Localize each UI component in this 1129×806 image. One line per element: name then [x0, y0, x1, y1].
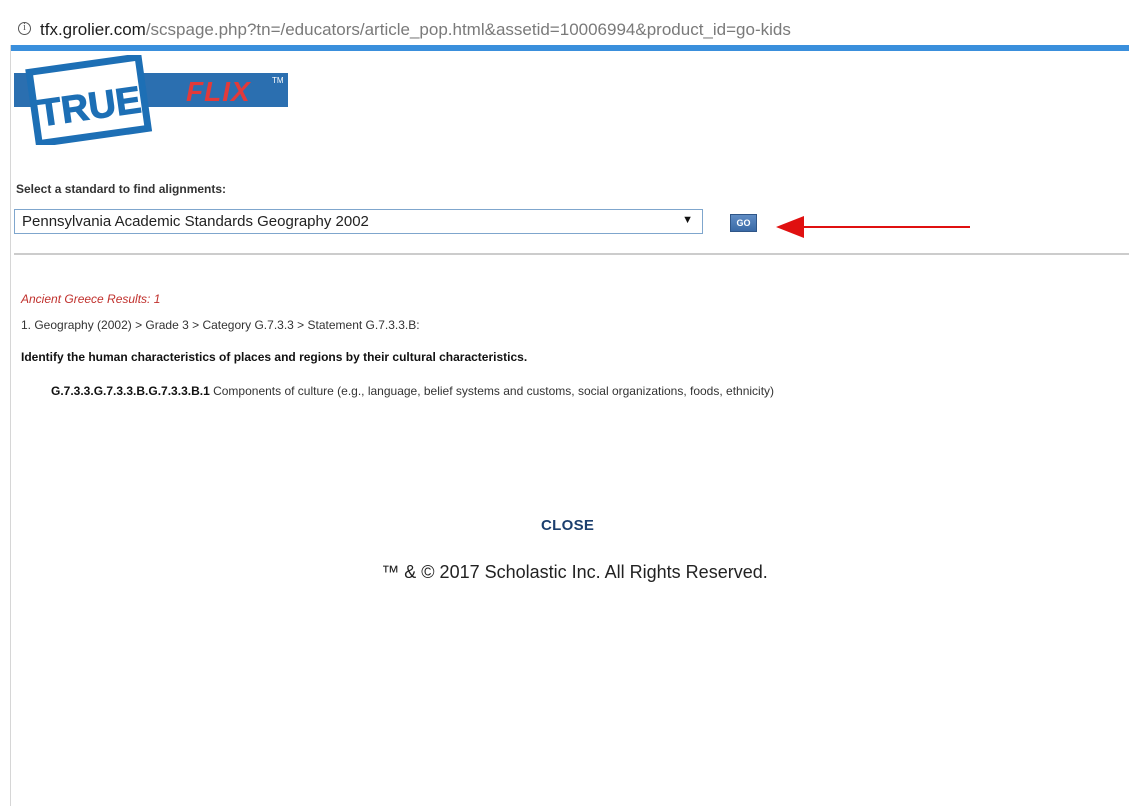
close-link[interactable]: CLOSE: [541, 517, 594, 534]
left-gutter: [0, 45, 11, 806]
caret-down-icon[interactable]: ▼: [682, 214, 693, 226]
alignment-code: G.7.3.3.G.7.3.3.B.G.7.3.3.B.1: [51, 384, 210, 398]
standard-select-label: Select a standard to find alignments:: [16, 182, 227, 196]
standard-statement: Identify the human characteristics of pl…: [21, 350, 528, 364]
url-host: tfx.grolier.com: [40, 20, 146, 39]
standard-selected-value: Pennsylvania Academic Standards Geograph…: [22, 213, 369, 230]
url-path: /scspage.php?tn=/educators/article_pop.h…: [145, 20, 791, 39]
standard-select[interactable]: Pennsylvania Academic Standards Geograph…: [14, 209, 703, 234]
logo-trademark: TM: [272, 76, 284, 85]
browser-accent-bar: [10, 45, 1129, 51]
info-icon[interactable]: i: [18, 22, 31, 35]
trueflix-logo: TRUE FLIX TM: [14, 55, 288, 145]
section-divider: [14, 253, 1129, 255]
url-text[interactable]: tfx.grolier.com/scspage.php?tn=/educator…: [40, 20, 791, 40]
alignment-item: G.7.3.3.G.7.3.3.B.G.7.3.3.B.1 Components…: [51, 384, 774, 398]
browser-address-bar[interactable]: i tfx.grolier.com/scspage.php?tn=/educat…: [0, 0, 1129, 46]
logo-flix-text: FLIX: [186, 76, 252, 107]
go-button[interactable]: GO: [730, 214, 757, 232]
standard-breadcrumb: 1. Geography (2002) > Grade 3 > Category…: [21, 318, 420, 332]
arrow-left-icon: [776, 216, 970, 238]
alignment-text: Components of culture (e.g., language, b…: [209, 384, 775, 398]
copyright-text: ™ & © 2017 Scholastic Inc. All Rights Re…: [381, 562, 768, 582]
results-heading: Ancient Greece Results: 1: [21, 292, 161, 306]
